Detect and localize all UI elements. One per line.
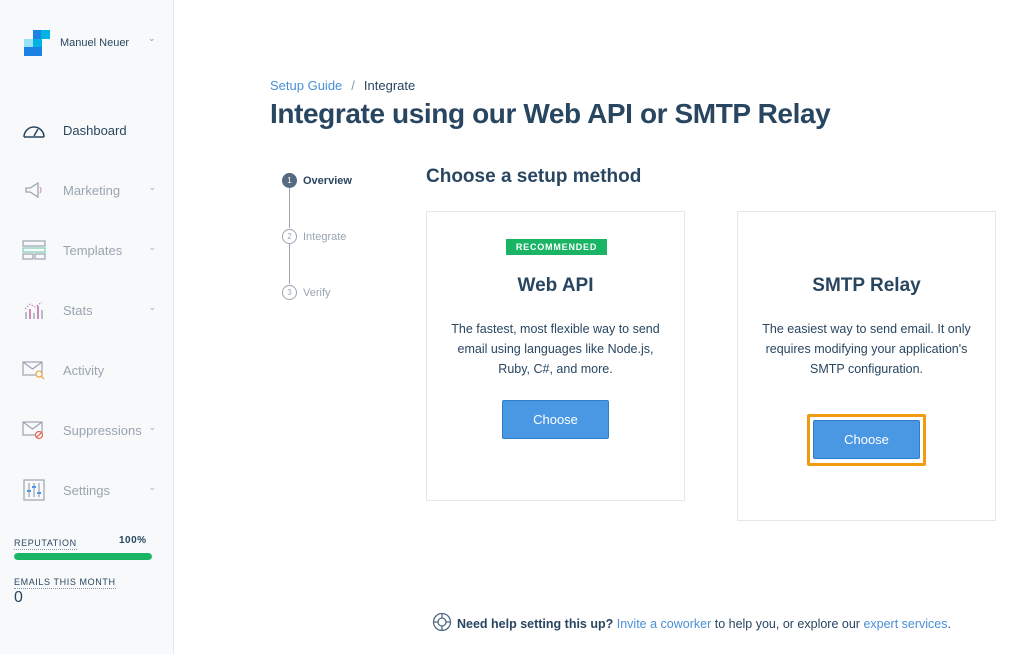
sidebar-item-templates[interactable]: Templates ⌄ <box>22 238 162 262</box>
account-name: Manuel Neuer <box>60 37 130 49</box>
emails-this-month-value: 0 <box>14 589 23 606</box>
sidebar-item-label: Suppressions <box>63 422 142 438</box>
reputation-bar-fill <box>14 553 152 560</box>
card-title: Web API <box>517 275 594 296</box>
emails-this-month-label: EMAILS THIS MONTH <box>14 577 116 589</box>
help-footer: Need help setting this up? Invite a cowo… <box>432 612 951 635</box>
invite-coworker-link[interactable]: Invite a coworker <box>617 617 711 631</box>
card-description: The easiest way to send email. It only r… <box>762 322 971 376</box>
recommended-badge: RECOMMENDED <box>506 239 607 255</box>
sidebar-item-suppressions[interactable]: Suppressions ⌄ <box>22 418 162 442</box>
step-label: Integrate <box>303 230 347 243</box>
breadcrumb-setup-guide-link[interactable]: Setup Guide <box>270 78 342 93</box>
sidebar-item-marketing[interactable]: Marketing ⌄ <box>22 178 162 202</box>
step-number: 2 <box>282 229 297 244</box>
sidebar-item-settings[interactable]: Settings ⌄ <box>22 478 162 502</box>
sidebar-item-activity[interactable]: Activity <box>22 358 162 382</box>
stats-chart-icon <box>22 299 46 321</box>
account-chevron-icon[interactable]: ⌄ <box>148 33 156 44</box>
sidebar-item-label: Dashboard <box>63 122 127 138</box>
help-text: to help you, or explore our <box>714 616 860 631</box>
sidebar-item-label: Marketing <box>63 182 121 198</box>
account-switcher[interactable]: Manuel Neuer <box>24 30 129 56</box>
chevron-down-icon[interactable]: ⌄ <box>148 182 156 193</box>
help-question: Need help setting this up? <box>457 616 614 631</box>
sliders-icon <box>22 479 46 501</box>
card-description: The fastest, most flexible way to send e… <box>451 322 660 376</box>
sidebar-item-label: Stats <box>63 302 93 318</box>
sidebar-item-stats[interactable]: Stats ⌄ <box>22 298 162 322</box>
step-overview: 1 Overview <box>282 173 352 188</box>
choose-web-api-button[interactable]: Choose <box>502 400 609 439</box>
step-label: Verify <box>303 286 331 299</box>
megaphone-icon <box>22 179 46 201</box>
sidebar: Manuel Neuer ⌄ Dashboard Marketing ⌄ Tem… <box>0 0 174 654</box>
reputation-bar <box>14 553 152 560</box>
smtp-relay-card: SMTP Relay The easiest way to send email… <box>737 211 996 521</box>
sidebar-item-label: Activity <box>63 362 105 378</box>
sendgrid-logo-icon <box>24 30 50 56</box>
step-integrate: 2 Integrate <box>282 229 346 244</box>
expert-services-link[interactable]: expert services <box>863 617 947 631</box>
envelope-search-icon <box>22 359 46 381</box>
reputation-label: REPUTATION <box>14 538 77 550</box>
sidebar-item-label: Settings <box>63 482 110 498</box>
card-title: SMTP Relay <box>812 275 921 296</box>
section-title: Choose a setup method <box>426 166 642 187</box>
step-number: 1 <box>282 173 297 188</box>
step-number: 3 <box>282 285 297 300</box>
page-title: Integrate using our Web API or SMTP Rela… <box>270 98 831 129</box>
sidebar-item-dashboard[interactable]: Dashboard <box>22 118 162 142</box>
step-connector <box>289 188 290 228</box>
step-verify: 3 Verify <box>282 285 331 300</box>
breadcrumb-separator: / <box>351 78 355 93</box>
lifebuoy-icon <box>432 612 452 635</box>
templates-icon <box>22 239 46 261</box>
breadcrumb: Setup Guide / Integrate <box>270 78 415 93</box>
web-api-card: RECOMMENDED Web API The fastest, most fl… <box>426 211 685 501</box>
chevron-down-icon[interactable]: ⌄ <box>148 242 156 253</box>
help-text-end: . <box>947 616 951 631</box>
step-connector <box>289 244 290 284</box>
reputation-value: 100% <box>119 535 147 546</box>
chevron-down-icon[interactable]: ⌄ <box>148 302 156 313</box>
breadcrumb-current: Integrate <box>363 78 416 93</box>
gauge-icon <box>22 119 46 141</box>
envelope-blocked-icon <box>22 419 46 441</box>
sidebar-item-label: Templates <box>63 242 123 258</box>
step-label: Overview <box>303 174 352 187</box>
chevron-down-icon[interactable]: ⌄ <box>148 482 156 493</box>
chevron-down-icon[interactable]: ⌄ <box>148 422 156 433</box>
choose-smtp-relay-button[interactable]: Choose <box>813 420 920 459</box>
